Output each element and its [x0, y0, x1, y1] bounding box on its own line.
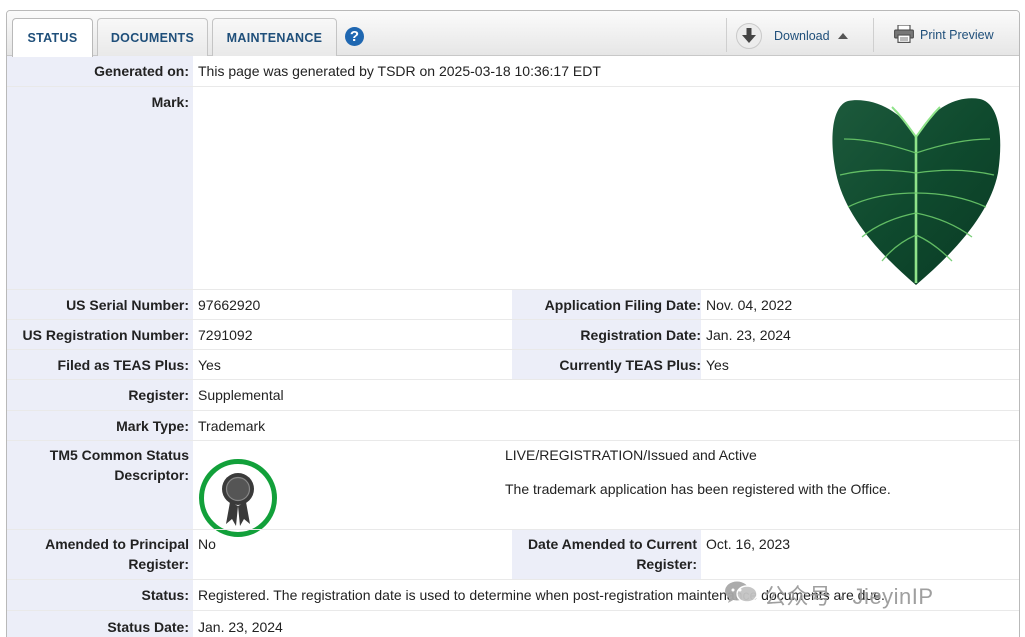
question-circle-icon[interactable]: ?	[345, 27, 364, 46]
toolbar-divider	[726, 18, 727, 52]
field-label: TM5 Common Status	[49, 447, 189, 463]
tsdr-status-panel: STATUS DOCUMENTS MAINTENANCE ? Download	[6, 10, 1020, 637]
field-value: No	[198, 536, 216, 552]
field-label: Generated on:	[94, 63, 189, 79]
download-label: Download	[774, 29, 830, 43]
download-arrow-icon	[736, 23, 762, 49]
chat-bubble-icon	[724, 580, 758, 610]
field-value: Yes	[198, 357, 221, 373]
field-label: Application Filing Date:	[512, 290, 701, 320]
field-label: Mark Type:	[116, 418, 189, 434]
field-label: US Serial Number:	[66, 297, 189, 313]
field-value: This page was generated by TSDR on 2025-…	[198, 63, 601, 79]
row-status-date: Status Date: Jan. 23, 2024	[7, 610, 1019, 637]
caret-up-icon	[837, 33, 848, 39]
toolbar-divider	[873, 18, 874, 52]
row-registration: US Registration Number: 7291092 Registra…	[7, 319, 1019, 350]
field-label: Descriptor:	[114, 467, 189, 483]
field-value: Nov. 04, 2022	[706, 297, 793, 313]
field-label: Registration Date:	[512, 320, 701, 350]
field-value: 97662920	[198, 297, 261, 313]
row-generated-on: Generated on: This page was generated by…	[7, 56, 1019, 86]
printer-icon	[894, 23, 914, 46]
field-value: Oct. 16, 2023	[706, 536, 791, 552]
field-label: Register:	[636, 556, 697, 572]
watermark: 公众号 · JieyinIP	[724, 579, 934, 611]
field-value: Supplemental	[198, 387, 284, 403]
field-value: Trademark	[198, 418, 266, 434]
registration-seal-icon	[199, 459, 277, 537]
field-value: Jan. 23, 2024	[198, 619, 283, 635]
download-button[interactable]: Download	[736, 22, 848, 50]
field-label-block: Date Amended to Current Register:	[512, 530, 701, 580]
tab-bar: STATUS DOCUMENTS MAINTENANCE ? Download	[7, 11, 1019, 57]
field-label: Status Date:	[107, 619, 189, 635]
field-label: Status:	[141, 587, 189, 603]
field-label: Currently TEAS Plus:	[512, 350, 701, 380]
field-label: Register:	[128, 387, 189, 403]
print-preview-label: Print Preview	[920, 28, 994, 42]
print-preview-button[interactable]: Print Preview	[894, 22, 994, 48]
row-amended: Amended to Principal Register: No Date A…	[7, 529, 1019, 580]
field-label: Register:	[128, 556, 189, 572]
field-label: Date Amended to Current	[527, 536, 697, 552]
row-mark-type: Mark Type: Trademark	[7, 410, 1019, 440]
field-value: Jan. 23, 2024	[706, 327, 791, 343]
field-value: 7291092	[198, 327, 253, 343]
tab-documents[interactable]: DOCUMENTS	[97, 18, 208, 56]
row-tm5: TM5 Common Status Descriptor: LIVE/REGIS…	[7, 440, 1019, 529]
tab-status[interactable]: STATUS	[12, 18, 93, 57]
field-label: Filed as TEAS Plus:	[57, 357, 189, 373]
field-label: Mark:	[151, 94, 189, 110]
tm5-status-description: The trademark application has been regis…	[505, 481, 891, 497]
row-serial-filing: US Serial Number: 97662920 Application F…	[7, 289, 1019, 320]
tm5-status-value: LIVE/REGISTRATION/Issued and Active	[505, 447, 757, 463]
tab-maintenance[interactable]: MAINTENANCE	[212, 18, 337, 56]
mark-image-leaf	[832, 98, 1001, 285]
field-value: Yes	[706, 357, 729, 373]
field-label: US Registration Number:	[22, 327, 189, 343]
watermark-text: 公众号 · JieyinIP	[764, 584, 934, 609]
row-register: Register: Supplemental	[7, 379, 1019, 410]
row-teas-plus: Filed as TEAS Plus: Yes Currently TEAS P…	[7, 349, 1019, 380]
field-label: Amended to Principal	[45, 536, 189, 552]
